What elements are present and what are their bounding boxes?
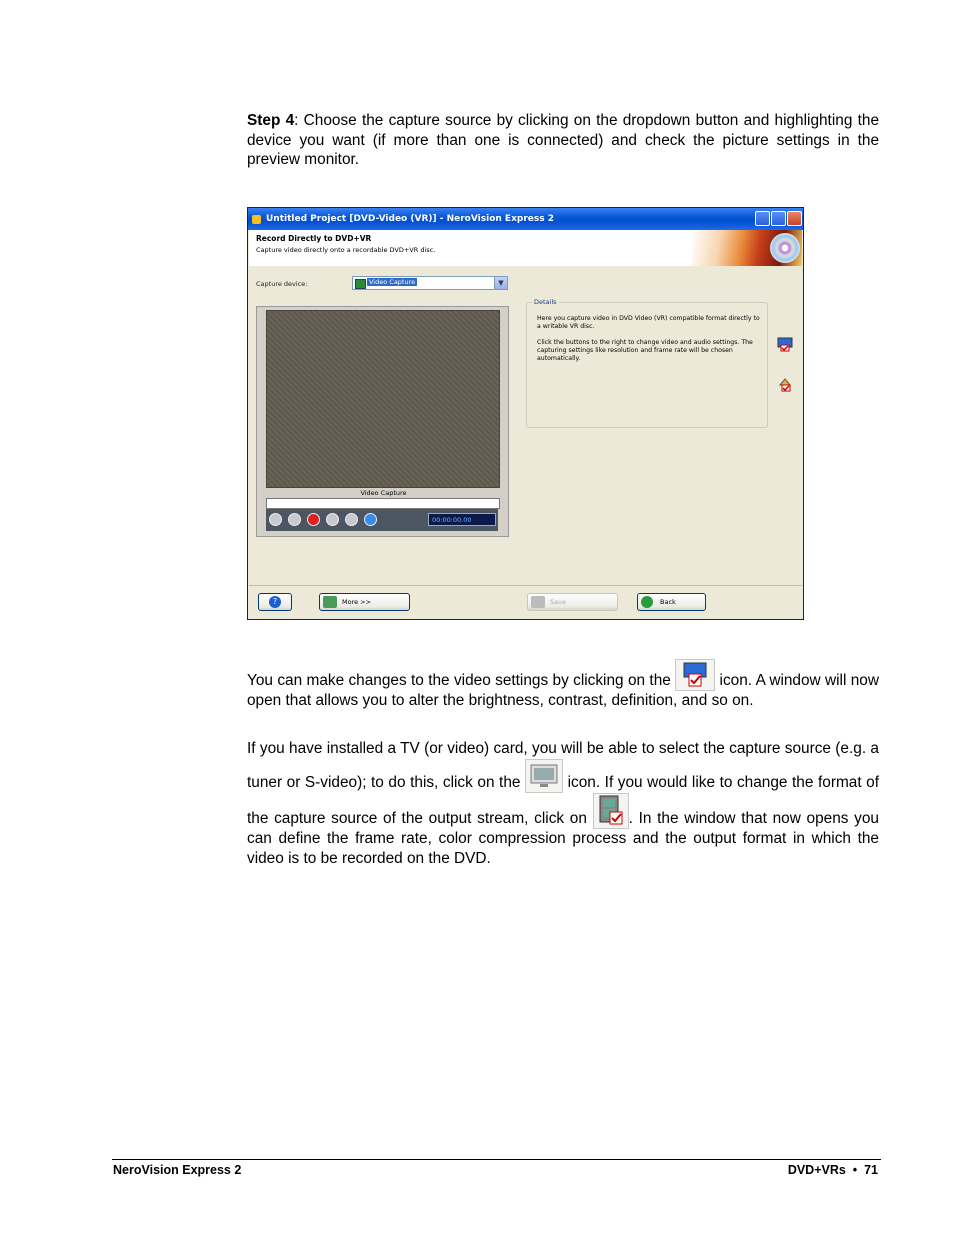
button-bar-divider <box>249 585 802 586</box>
app-icon <box>252 214 261 224</box>
header-banner <box>692 230 802 266</box>
capture-source-icon <box>525 759 564 793</box>
preview-monitor: Video Capture 00:00:00.00 <box>256 306 509 537</box>
title-bar: Untitled Project [DVD-Video (VR)] - Nero… <box>248 208 803 230</box>
footer-left: NeroVision Express 2 <box>113 1163 242 1177</box>
rewind-button[interactable] <box>326 513 339 526</box>
stop-button[interactable] <box>288 513 301 526</box>
maximize-button[interactable] <box>771 211 786 226</box>
capture-device-label: Capture device: <box>256 280 308 288</box>
header-title: Record Directly to DVD+VR <box>256 234 372 243</box>
wizard-header: Record Directly to DVD+VR Capture video … <box>249 230 802 266</box>
details-paragraph-2: Click the buttons to the right to change… <box>537 339 753 362</box>
playback-controls: 00:00:00.00 <box>266 509 498 531</box>
footer-right: DVD+VRs • 71 <box>787 1163 878 1177</box>
video-settings-icon[interactable] <box>777 337 793 352</box>
minimize-button[interactable] <box>755 211 770 226</box>
details-legend: Details <box>532 298 559 306</box>
play-button[interactable] <box>269 513 282 526</box>
details-paragraph-1: Here you capture video in DVD Video (VR)… <box>537 315 760 330</box>
more-button-label: More >> <box>342 598 372 606</box>
fullscreen-button[interactable] <box>364 513 377 526</box>
save-icon <box>531 596 545 608</box>
help-icon: ? <box>269 596 281 608</box>
capture-source-paragraph: If you have installed a TV (or video) ca… <box>247 739 879 869</box>
help-button[interactable]: ? <box>258 593 292 611</box>
header-subtitle: Capture video directly onto a recordable… <box>256 246 436 254</box>
capture-progress-bar <box>266 498 500 509</box>
footer-rule <box>112 1159 881 1160</box>
step-label: Step 4 <box>247 112 295 129</box>
video-settings-icon <box>675 659 716 691</box>
capture-device-dropdown[interactable]: Video Capture ▼ <box>352 276 508 290</box>
chevron-down-icon[interactable]: ▼ <box>494 277 507 289</box>
timecode-display: 00:00:00.00 <box>428 513 496 526</box>
details-text: Here you capture video in DVD Video (VR)… <box>537 315 762 363</box>
back-arrow-icon <box>641 596 653 608</box>
more-button[interactable]: More >> <box>319 593 410 611</box>
app-screenshot: Untitled Project [DVD-Video (VR)] - Nero… <box>247 207 804 620</box>
back-button-label: Back <box>660 598 676 606</box>
close-button[interactable] <box>787 211 802 226</box>
more-icon <box>323 596 337 608</box>
record-button[interactable] <box>307 513 320 526</box>
save-button[interactable]: Save <box>527 593 618 611</box>
p1-text-a: You can make changes to the video settin… <box>247 672 671 689</box>
save-button-label: Save <box>550 598 566 606</box>
forward-button[interactable] <box>345 513 358 526</box>
capture-device-value: Video Capture <box>367 278 418 286</box>
video-label: Video Capture <box>360 489 407 497</box>
disc-icon <box>770 233 800 263</box>
step-text: : Choose the capture source by clicking … <box>247 112 880 169</box>
capture-format-icon <box>592 793 629 829</box>
audio-settings-icon[interactable] <box>777 377 793 392</box>
details-group: Details Here you capture video in DVD Vi… <box>526 298 768 428</box>
video-settings-paragraph: You can make changes to the video settin… <box>247 659 879 711</box>
window-title: Untitled Project [DVD-Video (VR)] - Nero… <box>266 214 554 224</box>
step-paragraph: Step 4: Choose the capture source by cli… <box>247 111 879 170</box>
capture-device-icon <box>355 279 366 289</box>
back-button[interactable]: Back <box>637 593 706 611</box>
video-preview <box>266 310 500 488</box>
